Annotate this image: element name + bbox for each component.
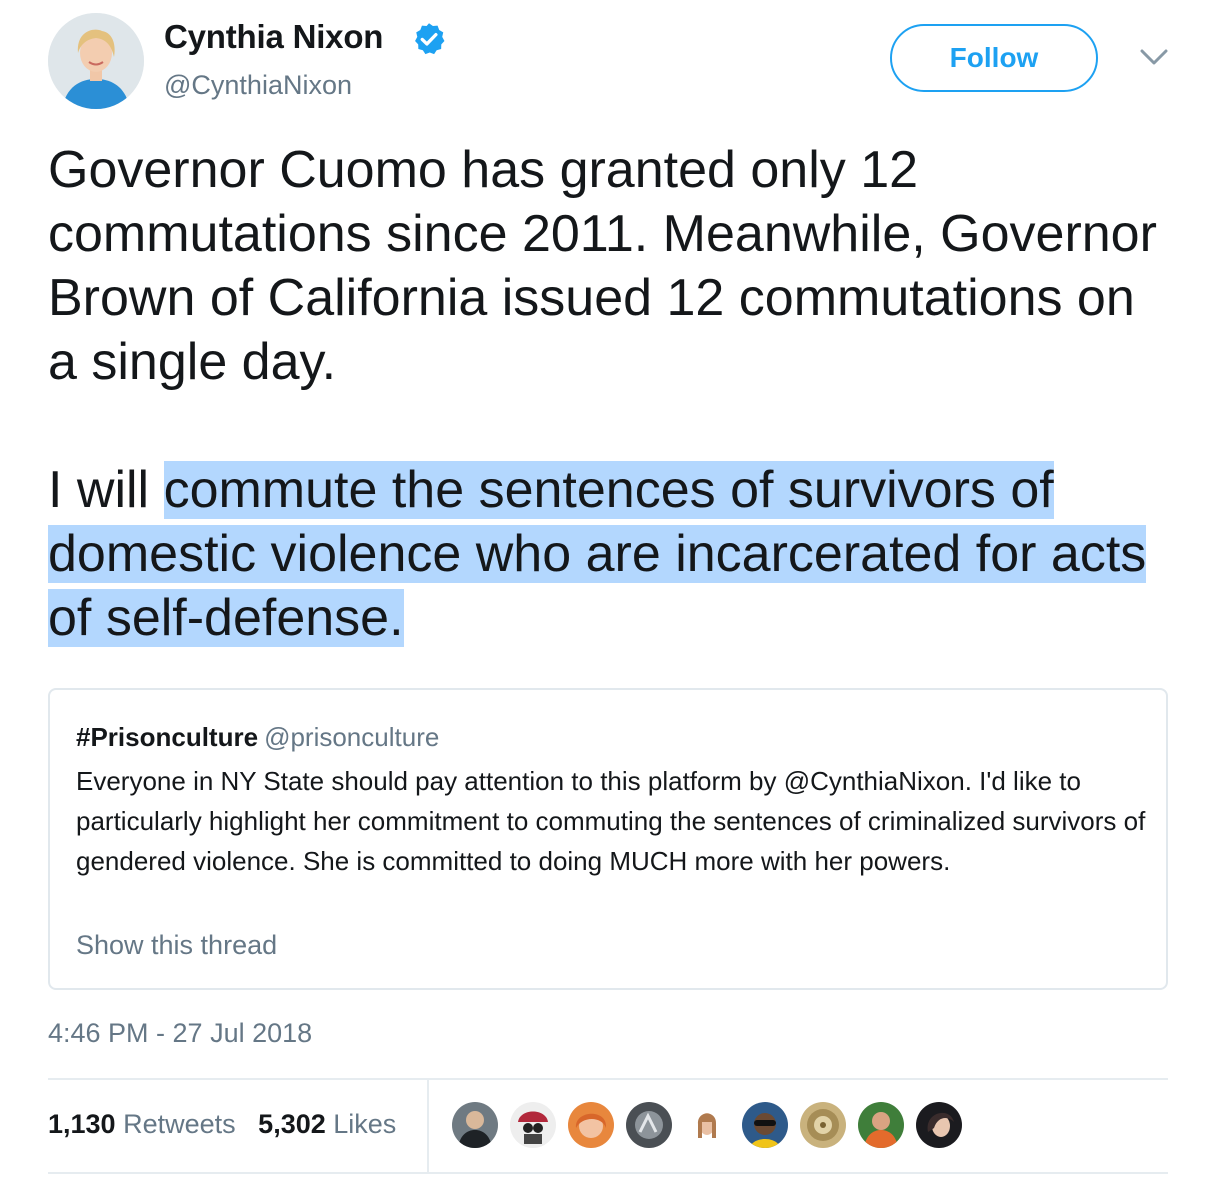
highlighted-text-selection: commute the sentences of survivors of do… (48, 461, 1147, 647)
divider-bottom (48, 1172, 1168, 1174)
likes-count: 5,302 (258, 1109, 326, 1139)
author-handle[interactable]: @CynthiaNixon (164, 70, 352, 101)
retweets-stat[interactable]: 1,130 Retweets (48, 1109, 236, 1139)
stats-divider (427, 1080, 429, 1174)
chevron-down-icon[interactable] (1138, 46, 1170, 68)
avatar-photo (48, 13, 144, 109)
quoted-author-handle: @prisonculture (264, 722, 440, 752)
verified-badge-icon (415, 23, 445, 55)
quoted-tweet-text: Everyone in NY State should pay attentio… (76, 766, 1146, 876)
liker-avatar[interactable] (916, 1102, 962, 1148)
likes-stat[interactable]: 5,302 Likes (258, 1109, 396, 1139)
liker-avatar[interactable] (684, 1102, 730, 1148)
liker-avatar[interactable] (510, 1102, 556, 1148)
divider-top (48, 1078, 1168, 1080)
tweet-text: Governor Cuomo has granted only 12 commu… (48, 138, 1168, 650)
tweet-paragraph-2: I will commute the sentences of survivor… (48, 458, 1168, 650)
likes-label: Likes (333, 1109, 397, 1139)
show-thread-link[interactable]: Show this thread (76, 930, 277, 961)
liker-avatar[interactable] (568, 1102, 614, 1148)
retweets-label: Retweets (123, 1109, 236, 1139)
author-avatar[interactable] (48, 13, 144, 109)
author-name[interactable]: Cynthia Nixon (164, 18, 383, 56)
retweets-count: 1,130 (48, 1109, 116, 1139)
quoted-tweet[interactable]: #Prisonculture @prisonculture Everyone in… (48, 688, 1168, 990)
tweet-stats: 1,130 Retweets 5,302 Likes (48, 1109, 396, 1140)
quoted-author-name: #Prisonculture (76, 722, 259, 752)
follow-button[interactable]: Follow (890, 24, 1098, 92)
tweet-text-prefix: I will (48, 461, 164, 519)
tweet-timestamp[interactable]: 4:46 PM - 27 Jul 2018 (48, 1018, 312, 1049)
tweet-paragraph-1: Governor Cuomo has granted only 12 commu… (48, 141, 1157, 391)
quoted-tweet-header: #Prisonculture @prisonculture (76, 722, 439, 753)
liker-avatar[interactable] (626, 1102, 672, 1148)
liker-avatar[interactable] (858, 1102, 904, 1148)
liker-avatar[interactable] (452, 1102, 498, 1148)
liker-avatar[interactable] (800, 1102, 846, 1148)
liker-avatar[interactable] (742, 1102, 788, 1148)
